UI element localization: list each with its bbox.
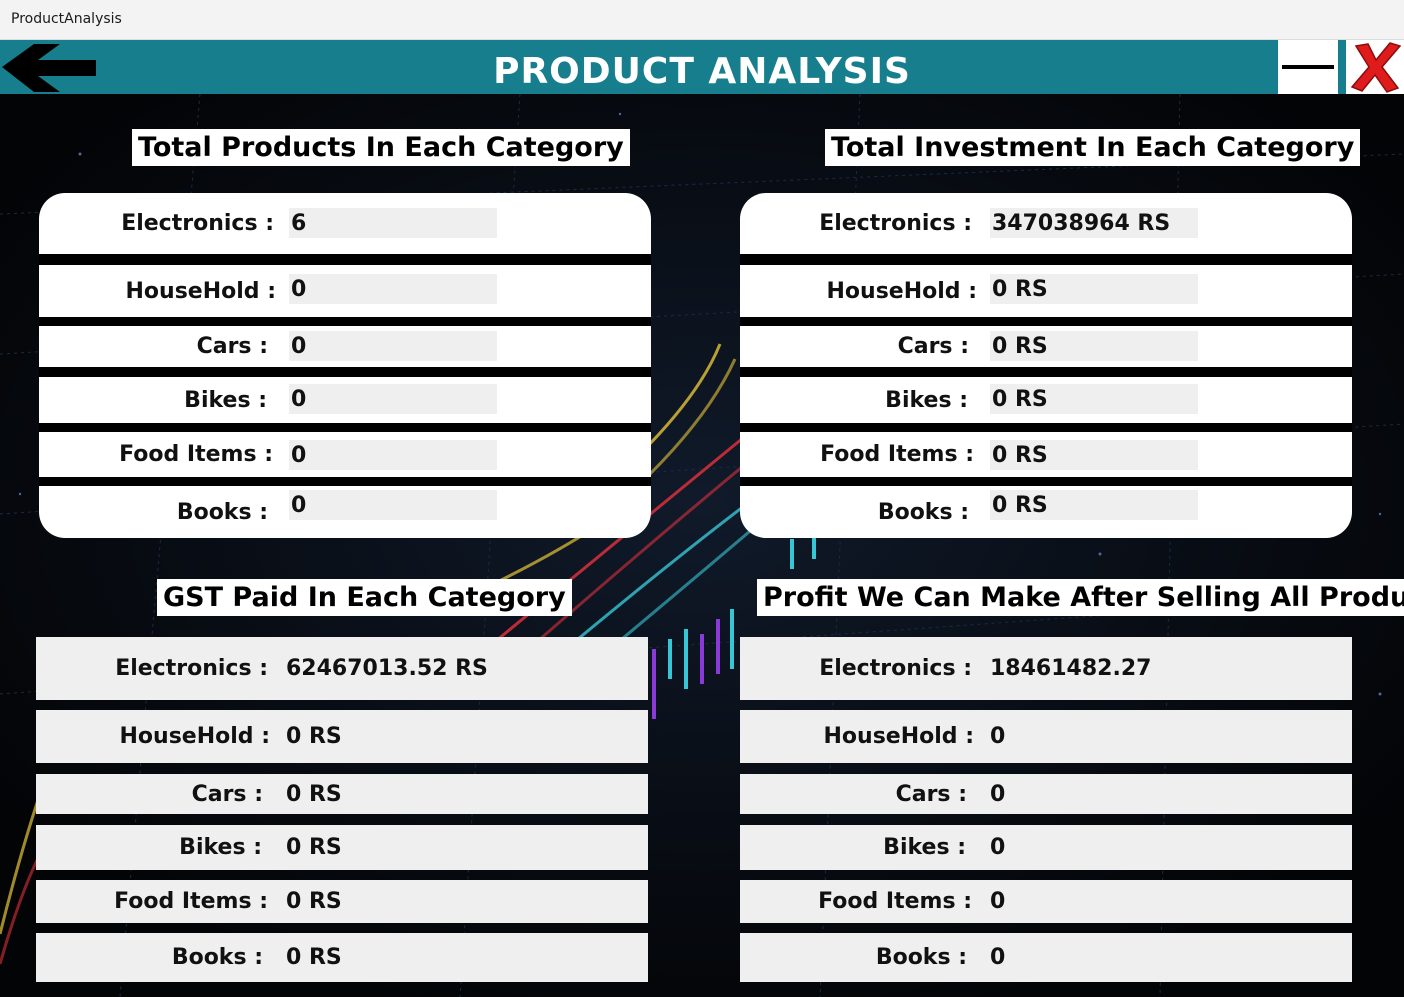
gst-paid-value-bikes: 0 RS <box>286 835 342 860</box>
profit-row-household: HouseHold : 0 <box>740 710 1352 763</box>
profit-value-electronics: 18461482.27 <box>990 656 1152 681</box>
total-products-value-bikes: 0 <box>291 386 307 412</box>
profit-row-bikes: Bikes : 0 <box>740 825 1352 870</box>
row-label: Books : <box>877 499 969 525</box>
content-area: Total Products In Each Category Total In… <box>0 94 1404 997</box>
row-label: Books : <box>171 945 263 970</box>
profit-value-food-items: 0 <box>990 889 1006 914</box>
gst-paid-value-electronics: 62467013.52 RS <box>286 656 488 681</box>
header-separator <box>1338 40 1346 94</box>
gst-paid-panel: Electronics : 62467013.52 RS HouseHold :… <box>36 637 648 982</box>
total-investment-row-food-items: Food Items : 0 RS <box>740 432 1352 477</box>
close-button[interactable] <box>1346 40 1404 94</box>
total-products-row-books: Books : 0 <box>39 486 651 538</box>
total-investment-row-bikes: Bikes : 0 RS <box>740 377 1352 423</box>
close-icon <box>1350 42 1402 93</box>
profit-value-bikes: 0 <box>990 835 1006 860</box>
window-title: ProductAnalysis <box>11 11 122 27</box>
row-label: Bikes : <box>883 835 966 860</box>
total-products-panel: Electronics : 6 HouseHold : 0 Cars : 0 B… <box>39 193 651 538</box>
gst-paid-row-bikes: Bikes : 0 RS <box>36 825 648 870</box>
row-label: HouseHold : <box>125 278 276 304</box>
total-investment-title: Total Investment In Each Category <box>825 129 1361 166</box>
profit-row-cars: Cars : 0 <box>740 774 1352 814</box>
gst-paid-value-household: 0 RS <box>286 724 342 749</box>
gst-paid-value-food-items: 0 RS <box>286 889 342 914</box>
app-header: PRODUCT ANALYSIS <box>0 40 1404 94</box>
row-label: Bikes : <box>885 387 968 413</box>
row-label: Cars : <box>191 781 263 807</box>
profit-value-cars: 0 <box>990 781 1006 807</box>
profit-panel: Electronics : 18461482.27 HouseHold : 0 … <box>740 637 1352 982</box>
total-investment-value-books: 0 RS <box>992 492 1048 518</box>
total-investment-panel: Electronics : 347038964 RS HouseHold : 0… <box>740 193 1352 538</box>
row-label: Food Items : <box>820 442 974 467</box>
page-title: PRODUCT ANALYSIS <box>493 51 911 92</box>
total-investment-row-household: HouseHold : 0 RS <box>740 265 1352 317</box>
gst-paid-value-cars: 0 RS <box>286 781 342 807</box>
row-label: Bikes : <box>179 835 262 860</box>
total-investment-value-electronics: 347038964 RS <box>992 210 1171 236</box>
window-titlebar: ProductAnalysis <box>0 0 1404 40</box>
gst-paid-row-household: HouseHold : 0 RS <box>36 710 648 763</box>
total-products-value-cars: 0 <box>291 333 307 359</box>
minimize-button[interactable] <box>1278 40 1338 94</box>
total-investment-value-bikes: 0 RS <box>992 386 1048 412</box>
total-products-row-household: HouseHold : 0 <box>39 265 651 317</box>
row-label: Food Items : <box>114 889 268 914</box>
gst-paid-row-cars: Cars : 0 RS <box>36 774 648 814</box>
total-investment-row-electronics: Electronics : 347038964 RS <box>740 193 1352 254</box>
row-label: Bikes : <box>184 387 267 413</box>
row-label: Books : <box>875 945 967 970</box>
total-products-row-food-items: Food Items : 0 <box>39 432 651 477</box>
row-label: Books : <box>176 499 268 525</box>
gst-paid-value-books: 0 RS <box>286 945 342 970</box>
row-label: HouseHold : <box>119 724 270 749</box>
total-products-row-bikes: Bikes : 0 <box>39 377 651 423</box>
row-label: Food Items : <box>818 889 972 914</box>
total-products-row-electronics: Electronics : 6 <box>39 193 651 254</box>
total-products-value-food-items: 0 <box>291 442 307 468</box>
gst-paid-row-books: Books : 0 RS <box>36 933 648 982</box>
row-label: HouseHold : <box>823 724 974 749</box>
total-products-value-household: 0 <box>291 276 307 302</box>
profit-row-books: Books : 0 <box>740 933 1352 982</box>
profit-title: Profit We Can Make After Selling All Pro… <box>757 579 1404 616</box>
row-label: Food Items : <box>119 442 273 467</box>
total-investment-row-cars: Cars : 0 RS <box>740 326 1352 367</box>
total-products-value-books: 0 <box>291 492 307 518</box>
total-investment-value-household: 0 RS <box>992 276 1048 302</box>
profit-value-books: 0 <box>990 945 1006 970</box>
row-label: Electronics : <box>819 656 972 681</box>
row-label: Cars : <box>897 334 969 359</box>
row-label: HouseHold : <box>826 278 977 304</box>
total-investment-value-food-items: 0 RS <box>992 442 1048 468</box>
row-label: Electronics : <box>121 211 274 236</box>
row-label: Electronics : <box>819 211 972 236</box>
gst-paid-row-electronics: Electronics : 62467013.52 RS <box>36 637 648 700</box>
total-products-title: Total Products In Each Category <box>132 129 630 166</box>
total-investment-row-books: Books : 0 RS <box>740 486 1352 538</box>
profit-row-electronics: Electronics : 18461482.27 <box>740 637 1352 700</box>
minimize-icon <box>1282 65 1334 69</box>
total-products-row-cars: Cars : 0 <box>39 326 651 367</box>
total-investment-value-cars: 0 RS <box>992 333 1048 359</box>
row-label: Electronics : <box>115 656 268 681</box>
row-label: Cars : <box>895 781 967 807</box>
profit-row-food-items: Food Items : 0 <box>740 880 1352 923</box>
total-products-value-electronics: 6 <box>291 210 307 236</box>
row-label: Cars : <box>196 334 268 359</box>
profit-value-household: 0 <box>990 724 1006 749</box>
gst-paid-row-food-items: Food Items : 0 RS <box>36 880 648 923</box>
gst-paid-title: GST Paid In Each Category <box>157 579 572 616</box>
